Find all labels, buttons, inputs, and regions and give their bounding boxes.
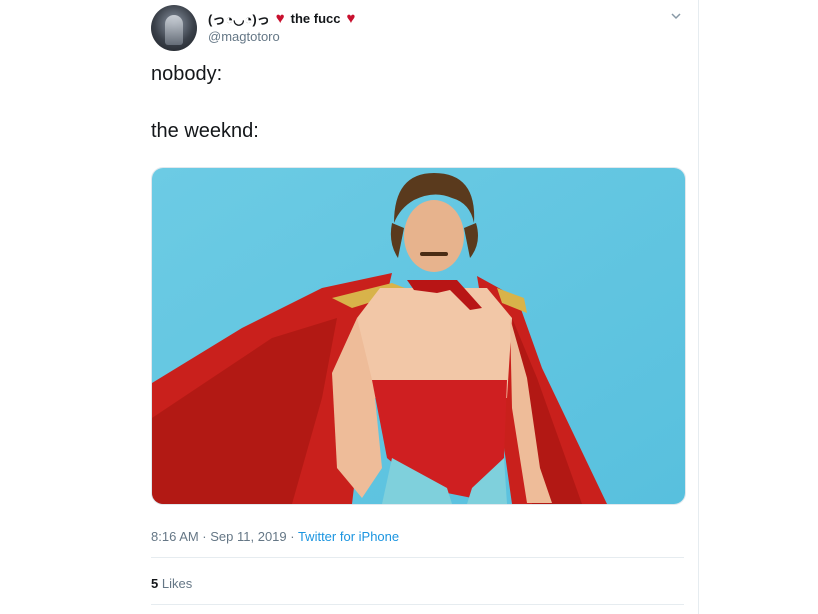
likes-stat[interactable]: 5 Likes — [151, 576, 192, 591]
avatar[interactable] — [151, 5, 197, 51]
heart-icon: ♥ — [346, 10, 356, 27]
tweet-metadata: 8:16 AM · Sep 11, 2019 · Twitter for iPh… — [151, 529, 399, 544]
timestamp[interactable]: 8:16 AM · Sep 11, 2019 · — [151, 529, 298, 544]
chevron-down-icon[interactable] — [669, 9, 683, 23]
heart-icon: ♥ — [275, 10, 285, 27]
author-handle[interactable]: @magtotoro — [208, 29, 280, 44]
luchador-photo — [152, 168, 685, 504]
display-name[interactable]: (っ◔◡◔)っ — [208, 9, 270, 28]
likes-label: Likes — [158, 576, 193, 591]
tweet-card: (っ◔◡◔)っ ♥ the fucc ♥ @magtotoro nobody: … — [0, 0, 699, 614]
tweet-text-line: nobody: — [151, 63, 223, 85]
divider — [151, 557, 684, 558]
tweet-source-link[interactable]: Twitter for iPhone — [298, 529, 399, 544]
divider — [151, 604, 684, 605]
author-name-row[interactable]: (っ◔◡◔)っ ♥ the fucc ♥ — [208, 9, 355, 28]
tweet-media-image[interactable] — [151, 167, 686, 505]
display-name-suffix[interactable]: the fucc — [291, 11, 341, 26]
tweet-text-line: the weeknd: — [151, 120, 259, 142]
